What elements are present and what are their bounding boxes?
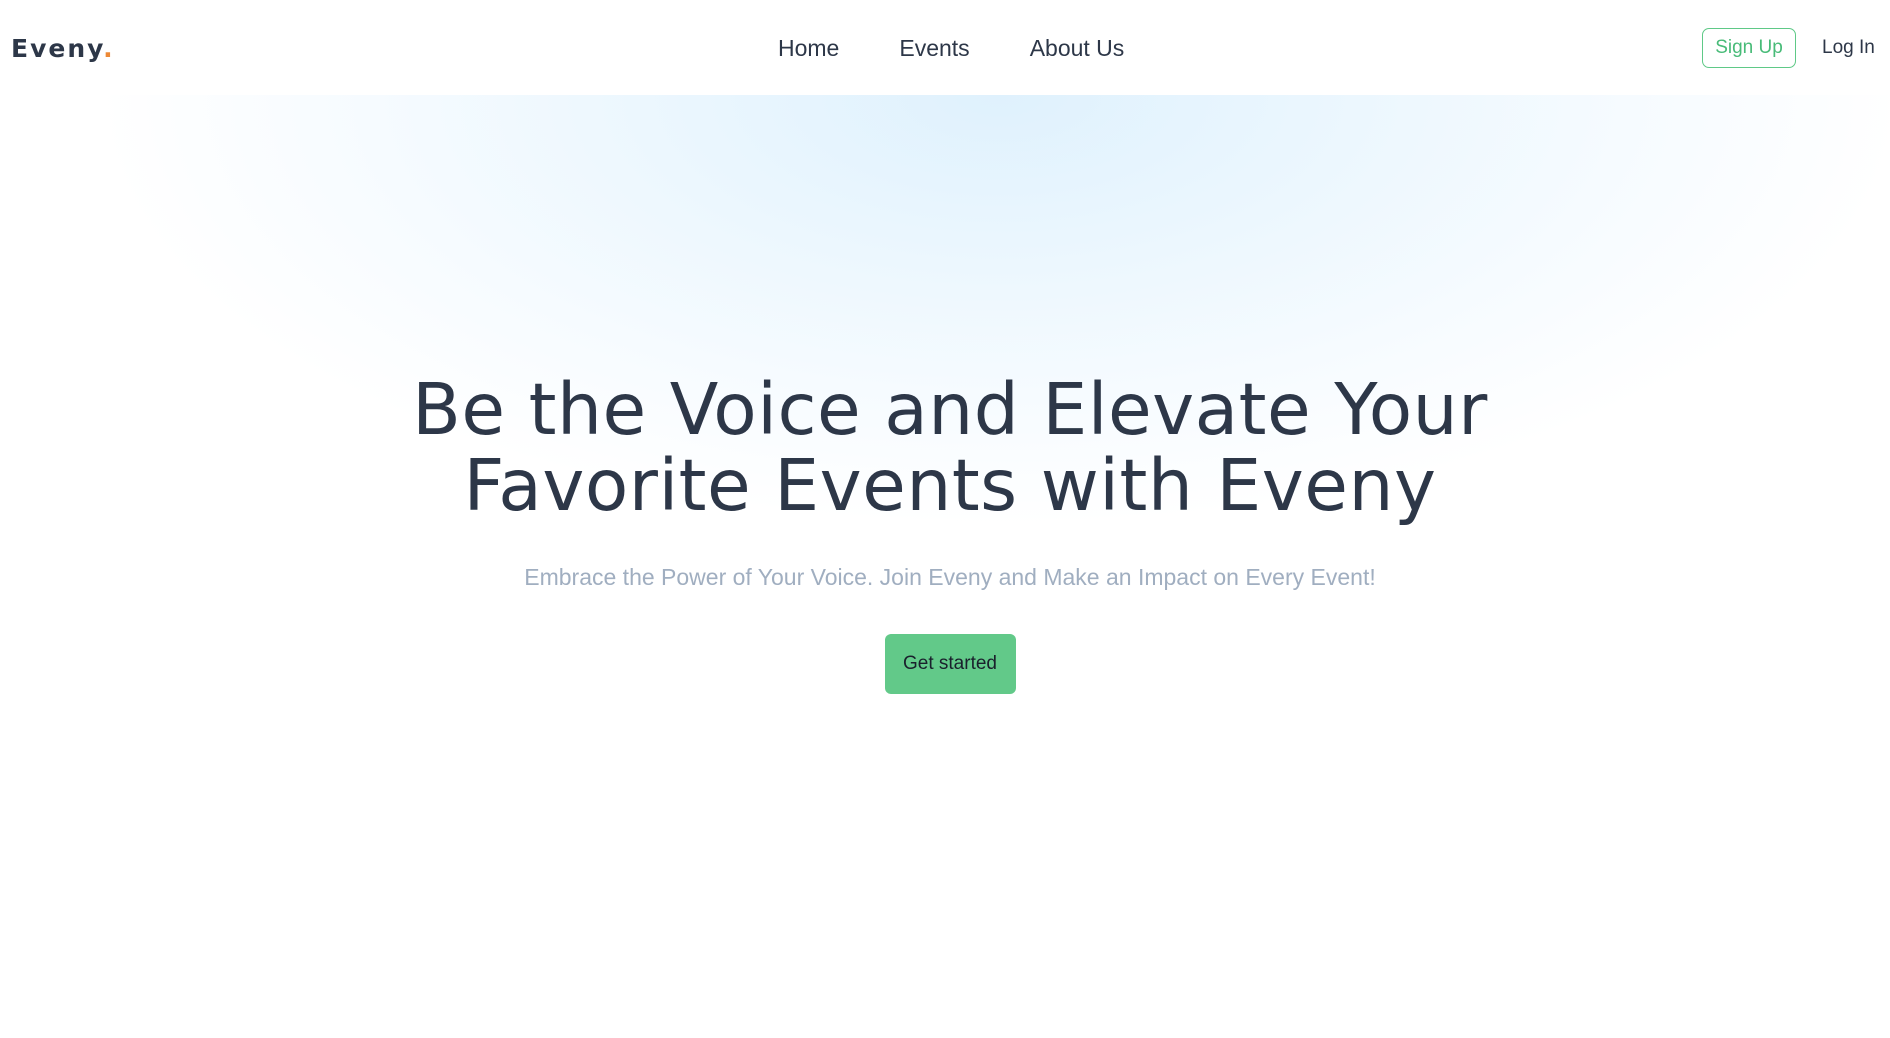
main-nav: Home Events About Us: [778, 30, 1124, 66]
hero-section: Be the Voice and Elevate Your Favorite E…: [0, 372, 1890, 694]
hero-title-line-2: Favorite Events with Eveny: [463, 444, 1437, 527]
sign-up-button[interactable]: Sign Up: [1702, 28, 1796, 68]
get-started-button[interactable]: Get started: [884, 634, 1016, 694]
nav-item-events[interactable]: Events: [899, 30, 969, 66]
nav-item-home[interactable]: Home: [778, 30, 839, 66]
hero-title-line-1: Be the Voice and Elevate Your: [412, 368, 1488, 451]
log-in-button[interactable]: Log In: [1822, 28, 1875, 68]
hero-subtitle: Embrace the Power of Your Voice. Join Ev…: [524, 564, 1376, 590]
brand-name: Eveny: [11, 34, 104, 63]
landing-page: Eveny. Home Events About Us Sign Up Log …: [0, 0, 1890, 1038]
brand-logo[interactable]: Eveny.: [11, 31, 115, 67]
top-navbar: Eveny. Home Events About Us Sign Up Log …: [0, 0, 1890, 95]
nav-item-about-us[interactable]: About Us: [1030, 30, 1125, 66]
hero-title: Be the Voice and Elevate Your Favorite E…: [400, 372, 1500, 524]
brand-logo-dot: .: [103, 34, 115, 63]
